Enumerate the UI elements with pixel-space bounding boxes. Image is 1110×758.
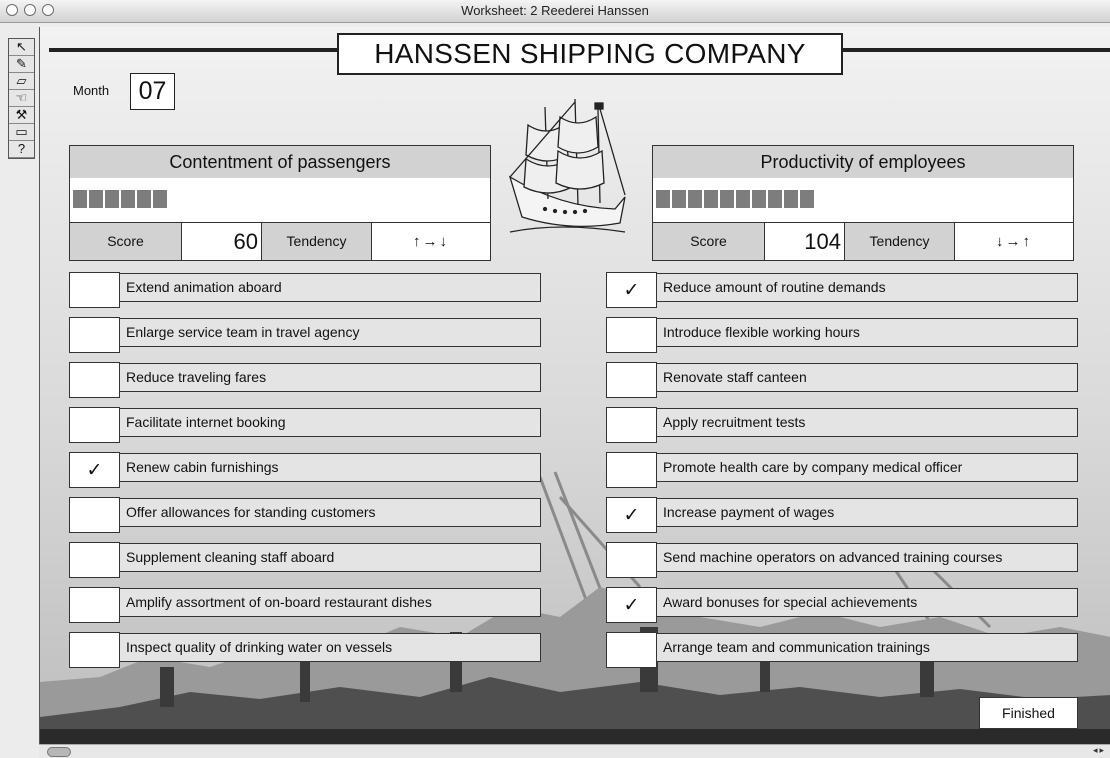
help-tool-icon[interactable]: ?	[9, 141, 34, 158]
passengers-score-row: Score 60 Tendency ↑→↓	[69, 223, 491, 261]
passenger_measures-checkbox[interactable]: ✓	[69, 452, 120, 488]
level-segment	[153, 190, 167, 208]
employees-bar	[652, 178, 1074, 223]
passenger_measures-label: Amplify assortment of on-board restauran…	[119, 588, 541, 617]
month-label: Month	[73, 83, 110, 98]
employees-score-value: 104	[765, 223, 845, 260]
employee_measures-checkbox[interactable]: ✓	[606, 272, 657, 308]
scroll-thumb[interactable]	[47, 747, 71, 757]
level-segment	[105, 190, 119, 208]
passenger_measures-label: Offer allowances for standing customers	[119, 498, 541, 527]
field-tool-icon[interactable]: ▭	[9, 124, 34, 141]
passenger_measures-label: Inspect quality of drinking water on ves…	[119, 633, 541, 662]
passenger_measures-label: Reduce traveling fares	[119, 363, 541, 392]
level-segment	[768, 190, 782, 208]
employees-score-row: Score 104 Tendency ↓→↑	[652, 223, 1074, 261]
level-segment	[784, 190, 798, 208]
tool-palette: ↖ ✎ ▱ ☜ ⚒ ▭?	[8, 38, 35, 159]
employee_measures-label: Increase payment of wages	[656, 498, 1078, 527]
level-segment	[672, 190, 686, 208]
employee_measures-checkbox[interactable]	[606, 407, 657, 443]
employee_measures-checkbox[interactable]	[606, 452, 657, 488]
employee_measures-checkbox[interactable]	[606, 632, 657, 668]
employees-tendency-label: Tendency	[845, 223, 955, 260]
passenger_measures-checkbox[interactable]	[69, 632, 120, 668]
worksheet-card: HANSSEN SHIPPING COMPANY Month 07 Conten…	[39, 27, 1110, 746]
employee_measures-label: Renovate staff canteen	[656, 363, 1078, 392]
window-title: Worksheet: 2 Reederei Hanssen	[461, 3, 649, 18]
company-title: HANSSEN SHIPPING COMPANY	[337, 33, 843, 75]
browse-tool-icon[interactable]: ↖	[9, 39, 34, 56]
passenger_measures-label: Supplement cleaning staff aboard	[119, 543, 541, 572]
passengers-tendency-label: Tendency	[262, 223, 372, 260]
hammer-tool-icon[interactable]: ⚒	[9, 107, 34, 124]
employees-panel-title: Productivity of employees	[652, 145, 1074, 179]
horizontal-scrollbar[interactable]: ◂▸	[39, 744, 1110, 758]
passenger_measures-checkbox[interactable]	[69, 587, 120, 623]
level-segment	[656, 190, 670, 208]
passengers-bar	[69, 178, 491, 223]
employee_measures-checkbox[interactable]	[606, 317, 657, 353]
passenger_measures-label: Enlarge service team in travel agency	[119, 318, 541, 347]
employee_measures-checkbox[interactable]: ✓	[606, 497, 657, 533]
level-segment	[704, 190, 718, 208]
passenger_measures-checkbox[interactable]	[69, 317, 120, 353]
passenger_measures-checkbox[interactable]	[69, 362, 120, 398]
employee_measures-label: Send machine operators on advanced train…	[656, 543, 1078, 572]
eraser-tool-icon[interactable]: ▱	[9, 73, 34, 90]
passenger_measures-label: Facilitate internet booking	[119, 408, 541, 437]
passengers-score-label: Score	[70, 223, 182, 260]
employee_measures-checkbox[interactable]	[606, 542, 657, 578]
employee_measures-label: Apply recruitment tests	[656, 408, 1078, 437]
passenger_measures-checkbox[interactable]	[69, 272, 120, 308]
level-segment	[89, 190, 103, 208]
pencil-tool-icon[interactable]: ✎	[9, 56, 34, 73]
passenger_measures-label: Renew cabin furnishings	[119, 453, 541, 482]
level-segment	[800, 190, 814, 208]
employee_measures-label: Introduce flexible working hours	[656, 318, 1078, 347]
passenger_measures-checkbox[interactable]	[69, 542, 120, 578]
level-segment	[137, 190, 151, 208]
level-segment	[121, 190, 135, 208]
employee_measures-checkbox[interactable]: ✓	[606, 587, 657, 623]
scroll-arrows-icon[interactable]: ◂▸	[1093, 745, 1106, 756]
level-segment	[736, 190, 750, 208]
hand-tool-icon[interactable]: ☜	[9, 90, 34, 107]
employee_measures-checkbox[interactable]	[606, 362, 657, 398]
passenger_measures-checkbox[interactable]	[69, 497, 120, 533]
employee_measures-label: Arrange team and communication trainings	[656, 633, 1078, 662]
passengers-score-value: 60	[182, 223, 262, 260]
passengers-panel-title: Contentment of passengers	[69, 145, 491, 179]
window-titlebar: Worksheet: 2 Reederei Hanssen	[0, 0, 1110, 23]
level-segment	[73, 190, 87, 208]
month-field[interactable]: 07	[130, 73, 175, 110]
employee_measures-label: Promote health care by company medical o…	[656, 453, 1078, 482]
employee_measures-label: Reduce amount of routine demands	[656, 273, 1078, 302]
passenger_measures-checkbox[interactable]	[69, 407, 120, 443]
level-segment	[720, 190, 734, 208]
level-segment	[688, 190, 702, 208]
employee_measures-label: Award bonuses for special achievements	[656, 588, 1078, 617]
passengers-tendency-value: ↑→↓	[372, 223, 490, 260]
passenger_measures-label: Extend animation aboard	[119, 273, 541, 302]
finished-button[interactable]: Finished	[979, 697, 1078, 729]
level-segment	[752, 190, 766, 208]
employees-score-label: Score	[653, 223, 765, 260]
employees-tendency-value: ↓→↑	[955, 223, 1073, 260]
